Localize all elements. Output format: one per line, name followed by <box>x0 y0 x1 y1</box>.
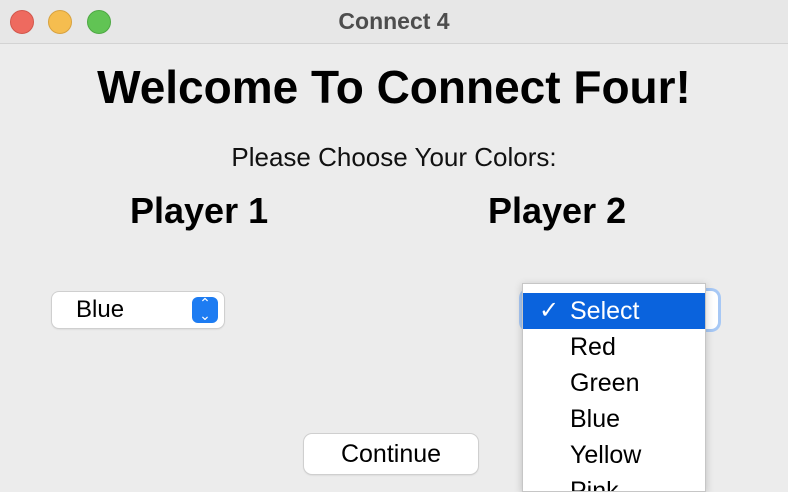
player-1-selected-color: Blue <box>76 296 125 323</box>
dropdown-option-red[interactable]: Red <box>523 329 705 365</box>
choose-colors-label: Please Choose Your Colors: <box>231 142 557 172</box>
window-title: Connect 4 <box>338 8 450 34</box>
player-2-color-dropdown: ✓ Select Red Green Blue Yellow Pink <box>522 283 706 492</box>
player-1-label: Player 1 <box>130 190 269 231</box>
welcome-heading: Welcome To Connect Four! <box>97 61 691 113</box>
dropdown-option-select[interactable]: ✓ Select <box>523 293 705 329</box>
select-stepper-icon: ⌃ ⌄ <box>192 296 218 323</box>
checkmark-icon: ✓ <box>539 297 560 324</box>
dropdown-option-green[interactable]: Green <box>523 365 705 401</box>
title-bar[interactable]: Connect 4 <box>0 0 788 44</box>
game-window: Connect 4 Welcome To Connect Four! Pleas… <box>0 0 788 492</box>
player-1-color-select[interactable]: Blue ⌃ ⌄ <box>52 292 224 328</box>
dropdown-option-pink[interactable]: Pink <box>523 473 705 491</box>
continue-button[interactable]: Continue <box>304 434 478 474</box>
dropdown-option-yellow[interactable]: Yellow <box>523 437 705 473</box>
dropdown-option-blue[interactable]: Blue <box>523 401 705 437</box>
player-2-label: Player 2 <box>488 190 627 231</box>
